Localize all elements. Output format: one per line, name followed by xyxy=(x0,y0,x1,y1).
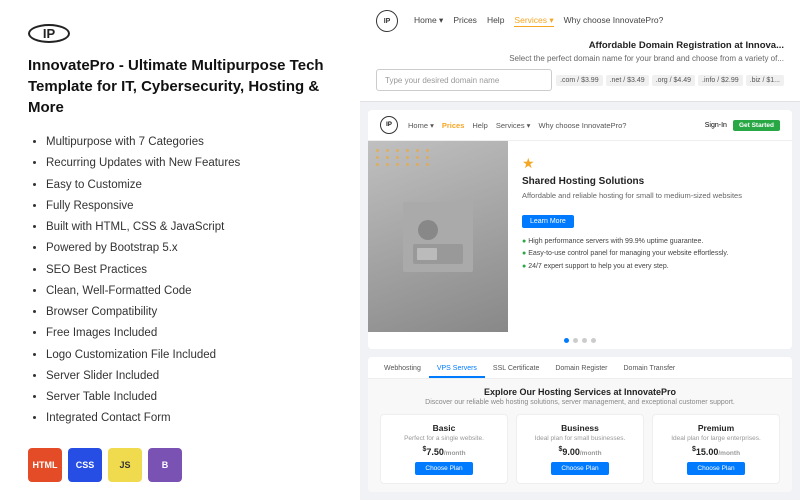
card-tagline-premium: Ideal plan for large enterprises. xyxy=(661,435,771,442)
right-panel: IP Home ▾ Prices Help Services ▾ Why cho… xyxy=(360,0,800,500)
feature-item: Built with HTML, CSS & JavaScript xyxy=(46,217,332,238)
tld-info: .info / $2.99 xyxy=(698,75,743,86)
carousel-dot-2[interactable] xyxy=(573,338,578,343)
hosting-feature-3: 24/7 expert support to help you at every… xyxy=(522,261,778,274)
tld-biz: .biz / $1... xyxy=(746,75,784,86)
hosting-tabs: Webhosting VPS Servers SSL Certificate D… xyxy=(368,357,792,379)
tab-domain-transfer[interactable]: Domain Transfer xyxy=(616,361,684,378)
feature-item: Server Table Included xyxy=(46,387,332,408)
choose-plan-basic[interactable]: Choose Plan xyxy=(415,462,472,475)
tab-ssl[interactable]: SSL Certificate xyxy=(485,361,547,378)
top-nav: IP Home ▾ Prices Help Services ▾ Why cho… xyxy=(376,10,784,32)
hosting-feature-1: High performance servers with 99.9% upti… xyxy=(522,236,778,249)
left-panel: IP InnovatePro - Ultimate Multipurpose T… xyxy=(0,0,360,500)
hosting-content: ★ Shared Hosting Solutions Affordable an… xyxy=(368,141,792,332)
tech-icons-row: HTML CSS JS B xyxy=(28,448,332,482)
card-tagline-basic: Perfect for a single website. xyxy=(389,435,499,442)
card-name-business: Business xyxy=(525,423,635,433)
card-name-basic: Basic xyxy=(389,423,499,433)
tab-webhosting[interactable]: Webhosting xyxy=(376,361,429,378)
product-title: InnovatePro - Ultimate Multipurpose Tech… xyxy=(28,55,332,118)
hosting-text: ★ Shared Hosting Solutions Affordable an… xyxy=(508,141,792,332)
hosting-image xyxy=(368,141,508,332)
feature-item: Powered by Bootstrap 5.x xyxy=(46,238,332,259)
tld-org: .org / $4.49 xyxy=(652,75,695,86)
tld-net: .net / $3.49 xyxy=(606,75,649,86)
learn-more-button[interactable]: Learn More xyxy=(522,215,574,228)
mid-nav-help[interactable]: Help xyxy=(472,121,487,130)
feature-item: Integrated Contact Form xyxy=(46,408,332,429)
nav-help[interactable]: Help xyxy=(487,15,504,27)
hosting-photo xyxy=(368,141,508,332)
pricing-card-premium: Premium Ideal plan for large enterprises… xyxy=(652,414,780,484)
card-tagline-business: Ideal plan for small businesses. xyxy=(525,435,635,442)
mid-nav-why[interactable]: Why choose InnovatePro? xyxy=(538,121,626,130)
features-list: Multipurpose with 7 Categories Recurring… xyxy=(28,132,332,430)
feature-item: Free Images Included xyxy=(46,323,332,344)
star-icon: ★ xyxy=(522,155,778,172)
feature-item: Browser Compatibility xyxy=(46,302,332,323)
choose-plan-business[interactable]: Choose Plan xyxy=(551,462,608,475)
carousel-dots xyxy=(368,332,792,349)
mid-nav-services[interactable]: Services ▾ xyxy=(496,121,531,130)
pricing-card-business: Business Ideal plan for small businesses… xyxy=(516,414,644,484)
feature-item: SEO Best Practices xyxy=(46,260,332,281)
mid-nav: IP Home ▾ Prices Help Services ▾ Why cho… xyxy=(368,110,792,141)
domain-screenshot: IP Home ▾ Prices Help Services ▾ Why cho… xyxy=(360,0,800,102)
tab-domain-register[interactable]: Domain Register xyxy=(547,361,615,378)
carousel-dot-3[interactable] xyxy=(582,338,587,343)
pricing-card-basic: Basic Perfect for a single website. $7.5… xyxy=(380,414,508,484)
card-price-business: $9.00/month xyxy=(525,446,635,457)
choose-plan-premium[interactable]: Choose Plan xyxy=(687,462,744,475)
domain-search-input[interactable]: Type your desired domain name xyxy=(376,69,552,91)
pricing-cards: Basic Perfect for a single website. $7.5… xyxy=(380,414,780,484)
mid-nav-prices[interactable]: Prices xyxy=(442,121,465,130)
feature-item: Fully Responsive xyxy=(46,196,332,217)
card-price-basic: $7.50/month xyxy=(389,446,499,457)
feature-item: Recurring Updates with New Features xyxy=(46,153,332,174)
top-nav-logo: IP xyxy=(376,10,398,32)
tld-tags: .com / $3.99 .net / $3.49 .org / $4.49 .… xyxy=(556,75,784,86)
get-started-button[interactable]: Get Started xyxy=(733,120,780,131)
feature-item: Easy to Customize xyxy=(46,175,332,196)
tld-com: .com / $3.99 xyxy=(556,75,603,86)
nav-services[interactable]: Services ▾ xyxy=(514,15,553,27)
card-price-premium: $15.00/month xyxy=(661,446,771,457)
js-icon: JS xyxy=(108,448,142,482)
dots-pattern xyxy=(376,149,432,166)
domain-subtitle: Select the perfect domain name for your … xyxy=(376,54,784,63)
hosting-features: High performance servers with 99.9% upti… xyxy=(522,236,778,274)
hosting-screenshot: IP Home ▾ Prices Help Services ▾ Why cho… xyxy=(368,110,792,349)
nav-prices[interactable]: Prices xyxy=(453,15,477,27)
hosting-feature-2: Easy-to-use control panel for managing y… xyxy=(522,248,778,261)
tab-vps[interactable]: VPS Servers xyxy=(429,361,485,378)
mid-nav-home[interactable]: Home ▾ xyxy=(408,121,434,130)
feature-item: Multipurpose with 7 Categories xyxy=(46,132,332,153)
css-icon: CSS xyxy=(68,448,102,482)
pricing-section: Webhosting VPS Servers SSL Certificate D… xyxy=(368,357,792,492)
top-nav-links: Home ▾ Prices Help Services ▾ Why choose… xyxy=(414,15,663,27)
card-name-premium: Premium xyxy=(661,423,771,433)
feature-item: Clean, Well-Formatted Code xyxy=(46,281,332,302)
feature-item: Server Slider Included xyxy=(46,366,332,387)
nav-home[interactable]: Home ▾ xyxy=(414,15,443,27)
pricing-subtitle: Discover our reliable web hosting soluti… xyxy=(380,399,780,406)
carousel-dot-4[interactable] xyxy=(591,338,596,343)
sign-in-link[interactable]: Sign-In xyxy=(705,122,727,129)
domain-search-row: Type your desired domain name .com / $3.… xyxy=(376,69,784,91)
pricing-content: Explore Our Hosting Services at Innovate… xyxy=(368,379,792,492)
mid-nav-links: Home ▾ Prices Help Services ▾ Why choose… xyxy=(408,121,695,130)
hosting-title: Shared Hosting Solutions xyxy=(522,176,778,187)
hosting-description: Affordable and reliable hosting for smal… xyxy=(522,191,778,202)
bootstrap-icon: B xyxy=(148,448,182,482)
mid-logo: IP xyxy=(380,116,398,134)
carousel-dot-1[interactable] xyxy=(564,338,569,343)
mid-nav-right: Sign-In Get Started xyxy=(705,120,780,131)
html-icon: HTML xyxy=(28,448,62,482)
logo: IP xyxy=(28,24,70,43)
nav-why[interactable]: Why choose InnovatePro? xyxy=(564,15,664,27)
pricing-title: Explore Our Hosting Services at Innovate… xyxy=(380,387,780,397)
domain-title: Affordable Domain Registration at Innova… xyxy=(376,40,784,51)
feature-item: Logo Customization File Included xyxy=(46,345,332,366)
